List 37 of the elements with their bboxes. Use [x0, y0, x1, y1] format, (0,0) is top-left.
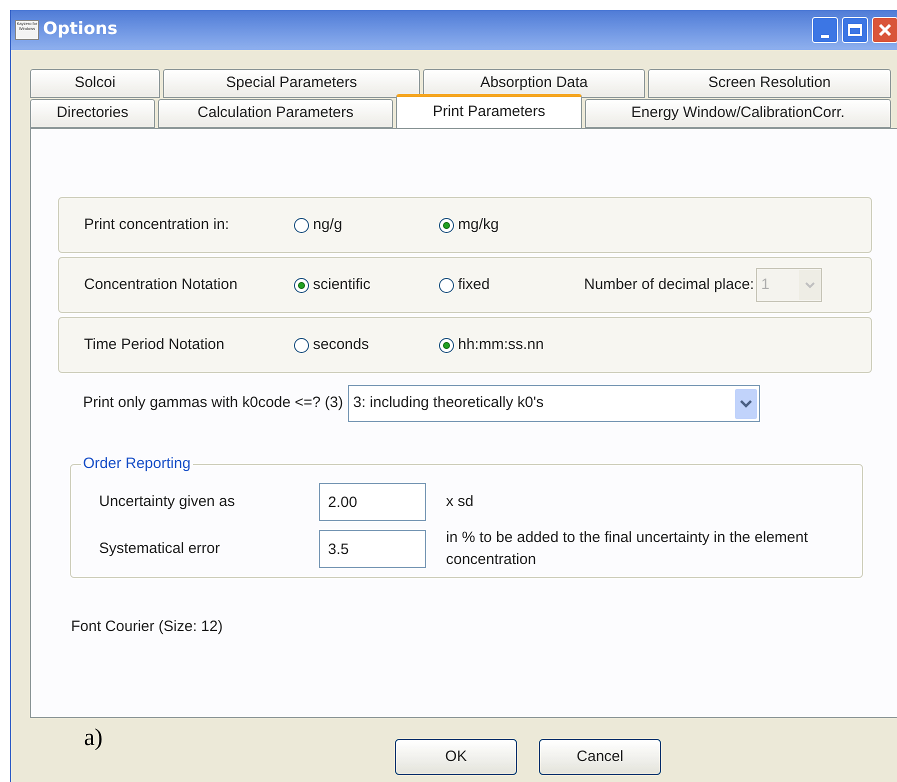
tab[interactable]: Screen Resolution	[648, 69, 891, 98]
radio-button[interactable]: mg/kg	[439, 214, 584, 236]
group-label: Time Period Notation	[84, 334, 226, 355]
gamma-filter-label: Print only gammas with k0code <=? (3)	[83, 393, 344, 414]
tab[interactable]: Print Parameters	[396, 94, 582, 128]
unit-note: x sd	[446, 492, 475, 512]
dialog-button[interactable]: Cancel	[539, 739, 661, 775]
gamma-filter-dropdown[interactable]: 3: including theoretically k0's	[348, 385, 760, 422]
chevron-down-icon	[735, 388, 758, 418]
radio-button[interactable]: hh:mm:ss.nn	[439, 334, 584, 356]
radio-button[interactable]: seconds	[294, 334, 439, 356]
window-title: Options	[43, 18, 118, 42]
field-label: Systematical error	[99, 538, 221, 559]
field-label: Uncertainty given as	[99, 492, 236, 512]
minimize-button[interactable]	[812, 17, 838, 43]
group-label: Print concentration in:	[84, 214, 230, 235]
tab[interactable]: Calculation Parameters	[158, 99, 393, 128]
radio-button[interactable]: fixed	[439, 274, 584, 296]
tab[interactable]: Solcoi	[30, 69, 160, 98]
chevron-down-icon	[799, 270, 822, 300]
tab[interactable]: Absorption Data	[423, 69, 645, 98]
input-field[interactable]: 2.00	[319, 483, 426, 521]
unit-note: in % to be added to the final uncertainty in the element concentration	[446, 528, 809, 570]
tab[interactable]: Special Parameters	[163, 69, 420, 98]
tab[interactable]: Directories	[30, 99, 155, 128]
maximize-button[interactable]	[842, 17, 868, 43]
group-label: Concentration Notation	[84, 274, 238, 295]
close-icon	[878, 23, 892, 37]
font-label: Font Courier (Size: 12)	[71, 617, 224, 637]
caption: a)	[84, 724, 103, 753]
radio-button[interactable]: scientific	[294, 274, 439, 296]
dialog-button[interactable]: OK	[395, 739, 517, 775]
input-field[interactable]: 3.5	[319, 530, 426, 568]
tab[interactable]: Energy Window/CalibrationCorr.	[585, 99, 891, 128]
radio-button[interactable]: ng/g	[294, 214, 439, 236]
close-button[interactable]	[872, 17, 897, 43]
decimal-places-label: Number of decimal place:	[584, 274, 754, 295]
